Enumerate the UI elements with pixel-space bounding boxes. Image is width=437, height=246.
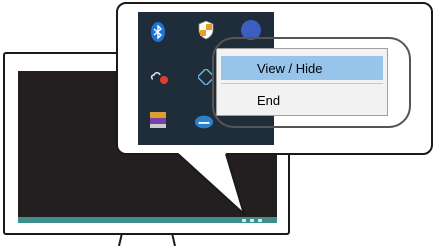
security-shield-icon[interactable] <box>196 20 216 40</box>
media-app-icon[interactable] <box>148 110 168 130</box>
monitor-stand <box>118 233 176 246</box>
cloud-sync-icon[interactable] <box>150 67 170 87</box>
tray-indicator <box>250 219 254 222</box>
disk-app-icon[interactable] <box>194 112 214 132</box>
tray-indicator <box>242 219 246 222</box>
taskbar <box>18 217 277 223</box>
tray-indicator <box>258 219 262 222</box>
bluetooth-icon[interactable] <box>151 22 165 42</box>
highlight-ring <box>212 37 411 128</box>
